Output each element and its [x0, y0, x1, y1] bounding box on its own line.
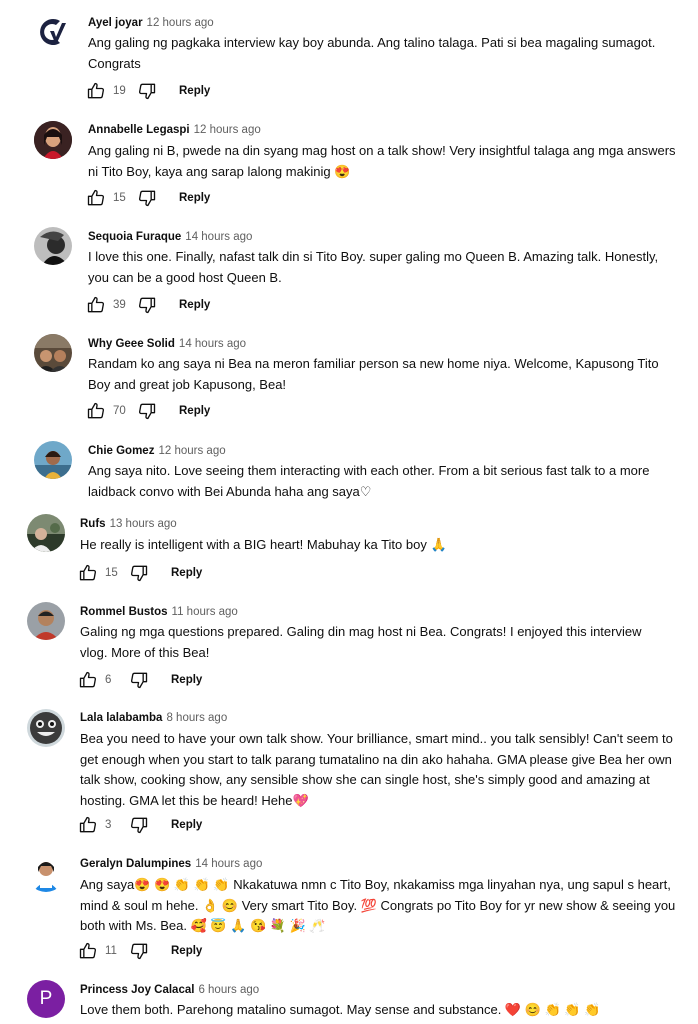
- thumb-down-icon[interactable]: [137, 401, 157, 421]
- comment-author[interactable]: Lala lalabamba: [80, 712, 162, 724]
- avatar[interactable]: [27, 854, 65, 892]
- reply-button[interactable]: Reply: [171, 945, 202, 957]
- avatar[interactable]: [27, 514, 65, 552]
- comment-time[interactable]: 8 hours ago: [166, 712, 227, 724]
- thumb-down-icon[interactable]: [129, 670, 149, 690]
- comment-text: Randam ko ang saya ni Bea na meron famil…: [88, 356, 659, 392]
- comment-time[interactable]: 14 hours ago: [195, 858, 262, 870]
- like-count: 15: [105, 567, 118, 579]
- comment-time[interactable]: 6 hours ago: [198, 984, 259, 996]
- comment-time[interactable]: 14 hours ago: [179, 338, 246, 350]
- comment-author[interactable]: Annabelle Legaspi: [88, 124, 190, 136]
- thumb-up-icon[interactable]: [86, 188, 106, 208]
- like-count: 39: [113, 299, 126, 311]
- reply-button[interactable]: Reply: [171, 674, 202, 686]
- thumb-up-icon[interactable]: [78, 563, 98, 583]
- avatar[interactable]: [34, 227, 72, 265]
- comment-author[interactable]: Geralyn Dalumpines: [80, 858, 191, 870]
- thumb-up-icon[interactable]: [78, 670, 98, 690]
- reply-button[interactable]: Reply: [179, 192, 210, 204]
- comment-author[interactable]: Rufs: [80, 518, 106, 530]
- comment-author[interactable]: Sequoia Furaque: [88, 231, 181, 243]
- reply-button[interactable]: Reply: [179, 405, 210, 417]
- comment-actions: 6 Reply: [78, 669, 202, 691]
- reply-button[interactable]: Reply: [179, 85, 210, 97]
- comment-actions: 15 Reply: [86, 187, 210, 209]
- reply-button[interactable]: Reply: [171, 567, 202, 579]
- thumb-up-icon[interactable]: [86, 401, 106, 421]
- avatar-initial: P: [39, 988, 53, 1009]
- comment-actions: 15 Reply: [78, 562, 202, 584]
- thumb-down-icon[interactable]: [137, 81, 157, 101]
- comment-time[interactable]: 14 hours ago: [185, 231, 252, 243]
- avatar[interactable]: [27, 602, 65, 640]
- comment-text: He really is intelligent with a BIG hear…: [80, 537, 447, 552]
- thumb-up-icon[interactable]: [78, 815, 98, 835]
- comment-text: Ang galing ng pagkaka interview kay boy …: [88, 35, 656, 71]
- comment-text: Ang saya😍 😍 👏 👏 👏 Nkakatuwa nmn c Tito B…: [80, 877, 676, 933]
- thumb-down-icon[interactable]: [129, 815, 149, 835]
- comment-author[interactable]: Why Geee Solid: [88, 338, 175, 350]
- thumb-down-icon[interactable]: [137, 295, 157, 315]
- thumb-up-icon[interactable]: [78, 941, 98, 961]
- comment-author[interactable]: Ayel joyar: [88, 17, 143, 29]
- comment-time[interactable]: 12 hours ago: [194, 124, 261, 136]
- comment-text: Galing ng mga questions prepared. Galing…: [80, 624, 642, 660]
- thumb-down-icon[interactable]: [137, 188, 157, 208]
- comment-text: Ang galing ni B, pwede na din syang mag …: [88, 143, 676, 179]
- thumb-down-icon[interactable]: [129, 563, 149, 583]
- comment-author[interactable]: Rommel Bustos: [80, 606, 168, 618]
- avatar[interactable]: [34, 334, 72, 372]
- comment-actions: 39 Reply: [86, 294, 210, 316]
- avatar[interactable]: P: [27, 980, 65, 1018]
- thumb-down-icon[interactable]: [129, 941, 149, 961]
- comment-time[interactable]: 12 hours ago: [158, 445, 225, 457]
- like-count: 19: [113, 85, 126, 97]
- like-count: 15: [113, 192, 126, 204]
- comment-author[interactable]: Chie Gomez: [88, 445, 154, 457]
- like-count: 3: [105, 819, 112, 831]
- avatar[interactable]: [27, 709, 65, 747]
- like-count: 70: [113, 405, 126, 417]
- comment-time[interactable]: 13 hours ago: [110, 518, 177, 530]
- avatar[interactable]: [34, 441, 72, 479]
- comment-time[interactable]: 11 hours ago: [172, 606, 238, 618]
- comment-text: Bea you need to have your own talk show.…: [80, 731, 673, 808]
- thumb-up-icon[interactable]: [86, 295, 106, 315]
- comment-time[interactable]: 12 hours ago: [147, 17, 214, 29]
- reply-button[interactable]: Reply: [171, 819, 202, 831]
- like-count: 11: [105, 945, 117, 957]
- comment-actions: 3 Reply: [78, 814, 202, 836]
- avatar[interactable]: [34, 13, 72, 51]
- comment-text: I love this one. Finally, nafast talk di…: [88, 249, 659, 285]
- avatar[interactable]: [34, 121, 72, 159]
- comment-author[interactable]: Princess Joy Calacal: [80, 984, 194, 996]
- comment-actions: 19 Reply: [86, 80, 210, 102]
- reply-button[interactable]: Reply: [179, 299, 210, 311]
- comment-text: Ang saya nito. Love seeing them interact…: [88, 463, 650, 499]
- comment-actions: 70 Reply: [86, 400, 210, 422]
- like-count: 6: [105, 674, 112, 686]
- comment-actions: 11 Reply: [78, 940, 202, 962]
- thumb-up-icon[interactable]: [86, 81, 106, 101]
- comment-text: Love them both. Parehong matalino sumago…: [80, 1002, 601, 1017]
